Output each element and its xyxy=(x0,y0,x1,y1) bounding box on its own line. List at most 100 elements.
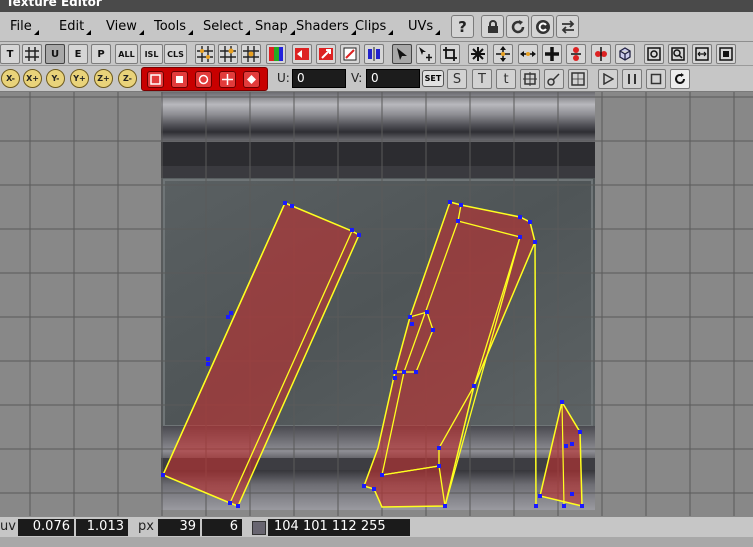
menu-uvs[interactable]: UVs xyxy=(408,19,441,35)
add-point-button[interactable] xyxy=(542,44,562,64)
view-mode-group xyxy=(141,67,268,91)
snap-edge-button[interactable] xyxy=(241,44,261,64)
copy-button[interactable] xyxy=(531,15,554,38)
uv-v-readout: 1.013 xyxy=(76,519,128,536)
set-uv-button[interactable]: SET xyxy=(422,70,444,87)
axis-y-minus-button[interactable]: Y- xyxy=(46,69,65,88)
select-all-button[interactable]: ALL xyxy=(115,44,138,64)
window-title: Texture Editor xyxy=(6,0,102,9)
select-island-button[interactable]: ISL xyxy=(140,44,163,64)
view-mode-button[interactable] xyxy=(219,71,236,88)
refresh-icon xyxy=(511,19,524,33)
circle-icon xyxy=(198,74,209,85)
box-select-icon xyxy=(523,72,537,86)
axis-x-minus-button[interactable]: X- xyxy=(1,69,20,88)
stitch-button[interactable] xyxy=(544,69,564,89)
rgb-icon xyxy=(269,47,283,61)
grid-tool-button[interactable] xyxy=(22,44,42,64)
rotate-red-button[interactable] xyxy=(316,44,336,64)
zoom-selected-button[interactable] xyxy=(668,44,688,64)
color-swatch xyxy=(252,521,266,535)
snap-grid-icon xyxy=(197,46,213,62)
view-mode-button[interactable] xyxy=(171,71,188,88)
snap-box-button[interactable] xyxy=(520,69,540,89)
zoom-extents-button[interactable] xyxy=(644,44,664,64)
menu-shaders[interactable]: Shaders xyxy=(296,19,356,35)
scale-button[interactable] xyxy=(340,44,360,64)
snap-t-button[interactable]: T xyxy=(472,69,492,89)
u-label: U: xyxy=(277,71,290,85)
lock-button[interactable] xyxy=(481,15,504,38)
help-button[interactable]: ? xyxy=(451,15,474,38)
view-mode-button[interactable] xyxy=(147,71,164,88)
axis-z-plus-button[interactable]: Z+ xyxy=(94,69,113,88)
diamond-icon xyxy=(247,75,256,84)
play-button[interactable] xyxy=(598,69,618,89)
submenu-arrow-icon xyxy=(86,30,92,35)
menu-file[interactable]: File xyxy=(10,19,39,35)
color-picker-button[interactable] xyxy=(266,44,286,64)
menu-tools[interactable]: Tools xyxy=(154,19,194,35)
menu-edit[interactable]: Edit xyxy=(59,19,92,35)
transform-tool-button[interactable]: T xyxy=(0,44,20,64)
mirror-button[interactable] xyxy=(364,44,384,64)
reset-icon xyxy=(675,73,685,84)
uv-viewport[interactable] xyxy=(0,92,753,516)
relax-button[interactable] xyxy=(615,44,635,64)
zoom-selected-icon xyxy=(671,47,685,61)
swap-button[interactable] xyxy=(556,15,579,38)
bottom-strip xyxy=(0,537,753,547)
cube-icon xyxy=(150,74,161,85)
fit-width-button[interactable] xyxy=(692,44,712,64)
scale-axis-button[interactable] xyxy=(518,44,538,64)
split-icon xyxy=(595,47,607,61)
move-vertex-button[interactable] xyxy=(416,44,436,64)
view-mode-button[interactable] xyxy=(195,71,212,88)
menu-view[interactable]: View xyxy=(106,19,144,35)
menu-select[interactable]: Select xyxy=(203,19,251,35)
refresh-button[interactable] xyxy=(506,15,529,38)
toolbar-transform: X- X+ Y- Y+ Z+ Z- U: 0 V: 0 SET S T t xyxy=(0,66,753,92)
fit-all-button[interactable] xyxy=(716,44,736,64)
submenu-arrow-icon xyxy=(138,30,144,35)
select-cluster-button[interactable]: CLS xyxy=(164,44,187,64)
snap-vertex-button[interactable] xyxy=(218,44,238,64)
submenu-arrow-icon xyxy=(289,30,295,35)
snap-s-button[interactable]: S xyxy=(447,69,467,89)
weld-icon xyxy=(571,47,581,61)
pause-button[interactable] xyxy=(622,69,642,89)
snowflake-icon xyxy=(471,47,485,61)
stop-button[interactable] xyxy=(646,69,666,89)
v-input[interactable]: 0 xyxy=(366,69,420,88)
flip-red-button[interactable] xyxy=(292,44,312,64)
menu-clips[interactable]: Clips xyxy=(355,19,394,35)
crosshair-icon xyxy=(222,74,233,85)
snowflake-button[interactable] xyxy=(468,44,488,64)
move-axis-button[interactable] xyxy=(493,44,513,64)
menu-bar: File Edit View Tools Select Snap Shaders… xyxy=(0,12,753,42)
reset-button[interactable] xyxy=(670,69,690,89)
scale-icon xyxy=(343,47,357,61)
split-button[interactable] xyxy=(591,44,611,64)
u-tool-button[interactable]: U xyxy=(45,44,65,64)
play-icon xyxy=(603,73,614,85)
snap-small-t-button[interactable]: t xyxy=(496,69,516,89)
view-mode-button[interactable] xyxy=(243,71,260,88)
weld-button[interactable] xyxy=(566,44,586,64)
uv-u-readout: 0.076 xyxy=(18,519,74,536)
unwrap-button[interactable] xyxy=(568,69,588,89)
axis-z-minus-button[interactable]: Z- xyxy=(118,69,137,88)
point-tool-button[interactable]: P xyxy=(91,44,111,64)
menu-snap[interactable]: Snap xyxy=(255,19,295,35)
uv-canvas[interactable] xyxy=(0,92,753,516)
toolbar-tools: T U E P ALL ISL CLS xyxy=(0,42,753,66)
crop-button[interactable] xyxy=(440,44,460,64)
edge-tool-button[interactable]: E xyxy=(68,44,88,64)
snap-grid-button[interactable] xyxy=(195,44,215,64)
axis-y-plus-button[interactable]: Y+ xyxy=(70,69,89,88)
mirror-icon xyxy=(368,47,380,61)
axis-x-plus-button[interactable]: X+ xyxy=(23,69,42,88)
u-input[interactable]: 0 xyxy=(292,69,346,88)
select-arrow-button[interactable] xyxy=(392,44,412,64)
arrow-pointer-icon xyxy=(397,48,407,60)
